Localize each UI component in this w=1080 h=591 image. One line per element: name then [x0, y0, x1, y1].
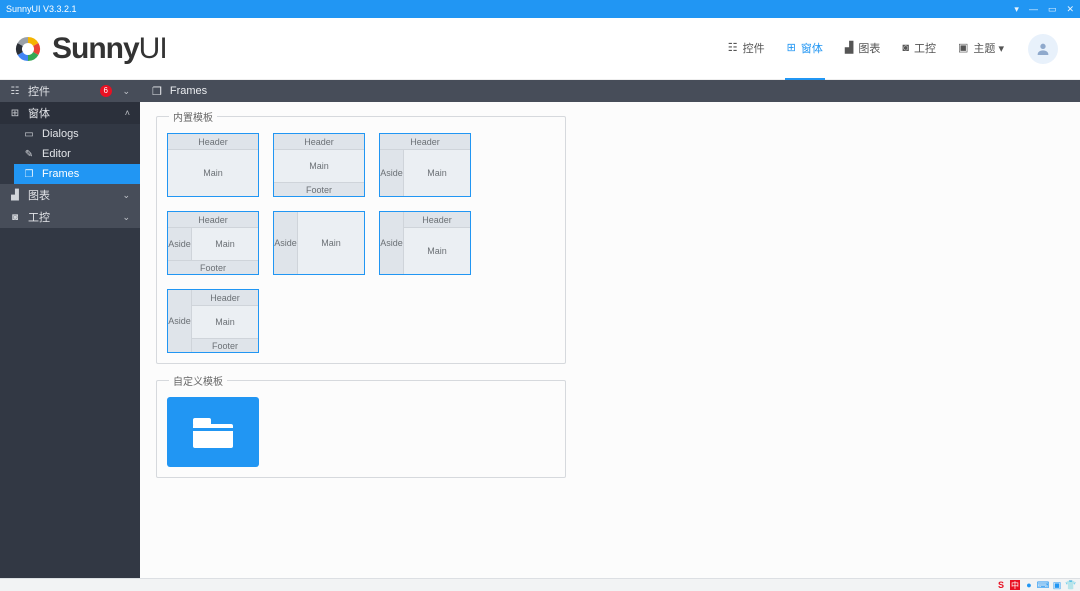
edit-icon: ✎ — [24, 149, 34, 160]
sidebar-item-frames[interactable]: ❐ Frames — [14, 164, 140, 184]
tpl-aside-label: Aside — [274, 212, 298, 274]
template-header-aside-main-footer[interactable]: Header Aside Main Footer — [167, 211, 259, 275]
close-button[interactable]: ✕ — [1066, 4, 1074, 15]
group-custom-templates: 自定义模板 — [156, 380, 566, 478]
sidebar-item-label: Frames — [42, 168, 79, 180]
group-title: 内置模板 — [169, 109, 217, 124]
tpl-main-label: Main — [404, 150, 470, 196]
camera-icon: ◙ — [10, 212, 20, 223]
frames-icon: ❐ — [24, 169, 34, 180]
sidebar-item-label: 控件 — [28, 83, 50, 99]
sidebar-item-dialogs[interactable]: ▭ Dialogs — [14, 124, 140, 144]
chevron-down-icon: ⌄ — [122, 86, 130, 97]
tpl-aside-label: Aside — [380, 150, 404, 196]
tab-label: 窗体 — [801, 40, 823, 56]
page-title: Frames — [170, 85, 207, 97]
dialog-icon: ▭ — [24, 129, 34, 140]
template-header-main[interactable]: Header Main — [167, 133, 259, 197]
windows-icon: ⊞ — [787, 41, 796, 54]
logo-icon — [12, 33, 44, 65]
chevron-down-icon: ⌄ — [122, 190, 130, 201]
tray-icon-3[interactable]: ▣ — [1052, 580, 1062, 590]
sidebar-item-label: Dialogs — [42, 128, 79, 140]
ime-zh-icon[interactable]: 中 — [1010, 580, 1020, 590]
tpl-header-label: Header — [168, 212, 258, 228]
sidebar-item-label: Editor — [42, 148, 71, 160]
chart-icon: ▟ — [10, 190, 20, 201]
sidebar-item-editor[interactable]: ✎ Editor — [14, 144, 140, 164]
image-icon: ▣ — [958, 41, 968, 54]
tpl-footer-label: Footer — [168, 260, 258, 274]
grid-icon: ☷ — [728, 41, 738, 54]
template-aside-main[interactable]: Aside Main — [273, 211, 365, 275]
sidebar-item-industrial[interactable]: ◙ 工控 ⌄ — [0, 206, 140, 228]
windows-icon: ⊞ — [10, 108, 20, 119]
tab-controls[interactable]: ☷ 控件 — [726, 18, 767, 80]
group-title: 自定义模板 — [169, 373, 227, 388]
content-area: ❐ Frames 内置模板 Header Main Header Main Fo… — [140, 80, 1080, 578]
brand-text: SunnyUI — [52, 32, 167, 66]
sidebar-item-forms[interactable]: ⊞ 窗体 ˄ — [0, 102, 140, 124]
tpl-header-label: Header — [380, 134, 470, 150]
tab-charts[interactable]: ▟ 图表 — [843, 18, 882, 80]
template-aside-header-main[interactable]: Aside Header Main — [379, 211, 471, 275]
tpl-aside-label: Aside — [380, 212, 404, 274]
sidebar-item-controls[interactable]: ☷ 控件 6 ⌄ — [0, 80, 140, 102]
tab-forms[interactable]: ⊞ 窗体 — [785, 18, 825, 80]
tab-label: 主题 ▾ — [973, 40, 1004, 56]
header-tabs: ☷ 控件 ⊞ 窗体 ▟ 图表 ◙ 工控 ▣ 主题 ▾ — [726, 18, 1006, 80]
tpl-header-label: Header — [192, 290, 258, 306]
tpl-footer-label: Footer — [274, 182, 364, 196]
system-tray: S 中 ● ⌨ ▣ 👕 — [0, 578, 1080, 591]
tray-icon-2[interactable]: ⌨ — [1038, 580, 1048, 590]
group-builtin-templates: 内置模板 Header Main Header Main Footer Head… — [156, 116, 566, 364]
window-title: SunnyUI V3.3.2.1 — [6, 4, 77, 14]
app-header: SunnyUI ☷ 控件 ⊞ 窗体 ▟ 图表 ◙ 工控 ▣ 主题 ▾ — [0, 18, 1080, 80]
tpl-header-label: Header — [274, 134, 364, 150]
frames-icon: ❐ — [152, 85, 162, 98]
folder-icon — [191, 414, 235, 450]
sidebar-item-label: 工控 — [28, 209, 50, 225]
tpl-header-label: Header — [168, 134, 258, 150]
tab-label: 工控 — [914, 40, 936, 56]
template-header-aside-main[interactable]: Header Aside Main — [379, 133, 471, 197]
badge: 6 — [100, 85, 112, 97]
camera-icon: ◙ — [902, 42, 909, 54]
sidebar-item-label: 窗体 — [28, 105, 50, 121]
tpl-main-label: Main — [192, 306, 258, 338]
tab-label: 控件 — [743, 40, 765, 56]
tpl-main-label: Main — [298, 212, 364, 274]
tpl-main-label: Main — [404, 228, 470, 274]
tab-theme[interactable]: ▣ 主题 ▾ — [956, 18, 1006, 80]
grid-icon: ☷ — [10, 86, 20, 97]
brand-logo: SunnyUI — [12, 32, 167, 66]
page-title-bar: ❐ Frames — [140, 80, 1080, 102]
tpl-header-label: Header — [404, 212, 470, 228]
tpl-aside-label: Aside — [168, 228, 192, 260]
maximize-button[interactable]: ▭ — [1048, 4, 1057, 15]
sidebar: ☷ 控件 6 ⌄ ⊞ 窗体 ˄ ▭ Dialogs ✎ Editor ❐ Fra… — [0, 80, 140, 578]
tpl-main-label: Main — [274, 150, 364, 182]
avatar[interactable] — [1028, 34, 1058, 64]
custom-template-tile[interactable] — [167, 397, 259, 467]
tab-label: 图表 — [858, 40, 880, 56]
tray-icon-4[interactable]: 👕 — [1066, 580, 1076, 590]
dropdown-icon[interactable]: ▾ — [1014, 4, 1019, 15]
tpl-main-label: Main — [192, 228, 258, 260]
tpl-aside-label: Aside — [168, 290, 192, 352]
tpl-footer-label: Footer — [192, 338, 258, 352]
tray-icon-1[interactable]: ● — [1024, 580, 1034, 590]
chevron-down-icon: ⌄ — [122, 212, 130, 223]
chevron-up-icon: ˄ — [125, 108, 130, 118]
tab-industrial[interactable]: ◙ 工控 — [900, 18, 938, 80]
minimize-button[interactable]: — — [1029, 4, 1038, 14]
sidebar-item-label: 图表 — [28, 187, 50, 203]
chart-icon: ▟ — [845, 41, 853, 54]
template-header-main-footer[interactable]: Header Main Footer — [273, 133, 365, 197]
ime-icon[interactable]: S — [996, 580, 1006, 590]
window-titlebar: SunnyUI V3.3.2.1 ▾ — ▭ ✕ — [0, 0, 1080, 18]
template-aside-header-main-footer[interactable]: Aside Header Main Footer — [167, 289, 259, 353]
sidebar-item-charts[interactable]: ▟ 图表 ⌄ — [0, 184, 140, 206]
tpl-main-label: Main — [168, 150, 258, 196]
